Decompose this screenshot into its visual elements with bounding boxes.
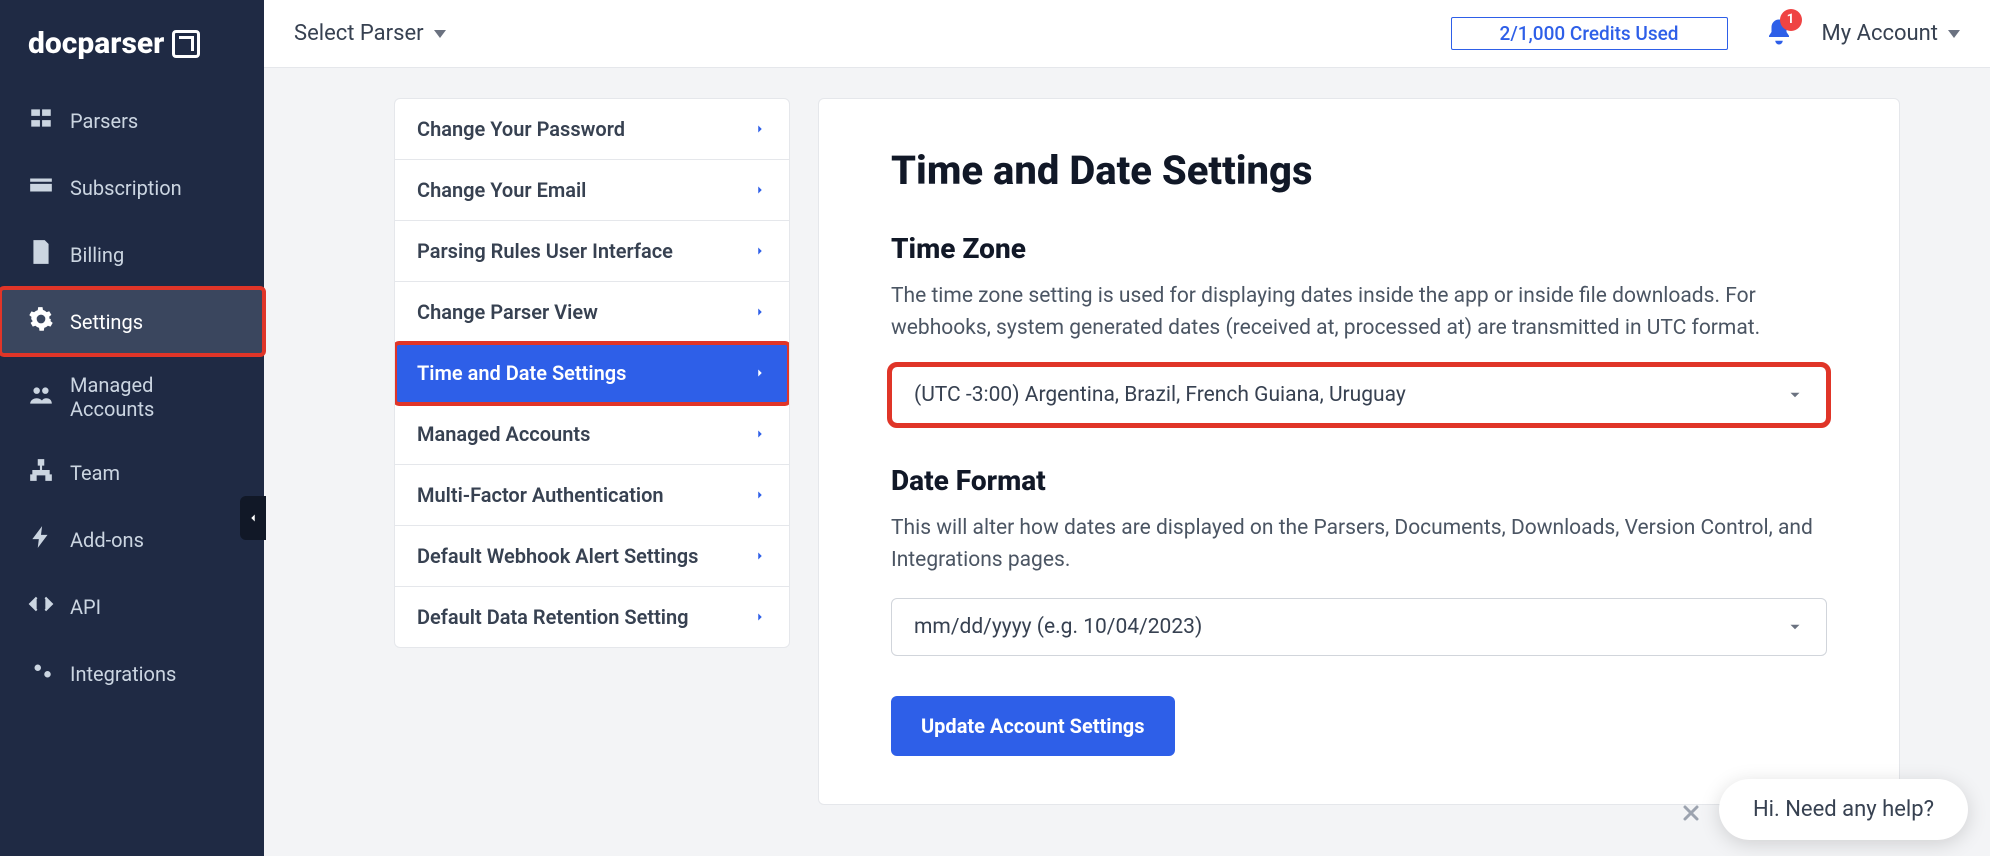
submenu-item-label: Multi-Factor Authentication bbox=[417, 483, 664, 507]
hierarchy-icon bbox=[28, 457, 54, 488]
chevron-down-icon bbox=[1786, 618, 1804, 636]
chevron-down-icon bbox=[1786, 386, 1804, 404]
close-icon bbox=[1679, 801, 1703, 825]
timezone-select[interactable]: (UTC -3:00) Argentina, Brazil, French Gu… bbox=[891, 366, 1827, 424]
caret-down-icon bbox=[434, 30, 446, 38]
sidebar-item-label: Subscription bbox=[70, 176, 182, 200]
sidebar-item-subscription[interactable]: Subscription bbox=[0, 154, 264, 221]
submenu-item-label: Change Your Password bbox=[417, 117, 625, 141]
submenu-item-label: Default Webhook Alert Settings bbox=[417, 544, 698, 568]
credits-used[interactable]: 2/1,000 Credits Used bbox=[1451, 17, 1728, 50]
settings-panel: Time and Date Settings Time Zone The tim… bbox=[818, 98, 1900, 805]
update-account-button[interactable]: Update Account Settings bbox=[891, 696, 1175, 756]
card-icon bbox=[28, 172, 54, 203]
content-area: Change Your Password Change Your Email Par… bbox=[264, 68, 1990, 856]
code-icon bbox=[28, 591, 54, 622]
submenu-item-default-webhook-alert-settings[interactable]: Default Webhook Alert Settings bbox=[395, 526, 789, 587]
sidebar-item-parsers[interactable]: Parsers bbox=[0, 87, 264, 154]
submenu-item-parsing-rules-user-interface[interactable]: Parsing Rules User Interface bbox=[395, 221, 789, 282]
sidebar-item-label: Settings bbox=[70, 310, 143, 334]
caret-down-icon bbox=[1948, 30, 1960, 38]
submenu-item-label: Change Parser View bbox=[417, 300, 598, 324]
chevron-right-icon bbox=[753, 366, 767, 380]
timezone-heading: Time Zone bbox=[891, 232, 1827, 265]
sidebar-item-team[interactable]: Team bbox=[0, 439, 264, 506]
settings-submenu: Change Your Password Change Your Email Par… bbox=[394, 98, 790, 648]
parsers-icon bbox=[28, 105, 54, 136]
sidebar-item-settings[interactable]: Settings bbox=[0, 288, 264, 355]
file-icon bbox=[28, 239, 54, 270]
submenu-item-label: Change Your Email bbox=[417, 178, 586, 202]
users-icon bbox=[28, 382, 54, 413]
sidebar-item-integrations[interactable]: Integrations bbox=[0, 640, 264, 707]
submenu-item-label: Managed Accounts bbox=[417, 422, 590, 446]
chevron-right-icon bbox=[753, 488, 767, 502]
sidebar-item-label: Parsers bbox=[70, 109, 138, 133]
submenu-item-label: Default Data Retention Setting bbox=[417, 605, 689, 629]
sidebar-item-managed-accounts[interactable]: Managed Accounts bbox=[0, 355, 264, 439]
select-parser-label: Select Parser bbox=[294, 21, 424, 46]
timezone-description: The time zone setting is used for displa… bbox=[891, 281, 1827, 344]
account-dropdown[interactable]: My Account bbox=[1822, 21, 1960, 46]
chevron-right-icon bbox=[753, 305, 767, 319]
submenu-item-label: Time and Date Settings bbox=[417, 361, 626, 385]
chevron-right-icon bbox=[753, 183, 767, 197]
chevron-right-icon bbox=[753, 610, 767, 624]
sidebar-item-api[interactable]: API bbox=[0, 573, 264, 640]
help-bubble[interactable]: Hi. Need any help? bbox=[1719, 779, 1968, 840]
sidebar-item-add-ons[interactable]: Add-ons bbox=[0, 506, 264, 573]
submenu-item-change-your-email[interactable]: Change Your Email bbox=[395, 160, 789, 221]
notification-badge: 1 bbox=[1780, 9, 1802, 31]
page-title: Time and Date Settings bbox=[891, 147, 1827, 194]
sidebar-item-label: Integrations bbox=[70, 662, 176, 686]
brand-logo[interactable]: docparser bbox=[0, 20, 264, 87]
chevron-right-icon bbox=[753, 122, 767, 136]
sidebar-collapse-toggle[interactable] bbox=[240, 496, 266, 540]
logo-icon bbox=[172, 30, 200, 58]
sidebar-item-label: Billing bbox=[70, 243, 124, 267]
chevron-right-icon bbox=[753, 244, 767, 258]
sidebar-item-billing[interactable]: Billing bbox=[0, 221, 264, 288]
sidebar-item-label: Managed Accounts bbox=[70, 373, 236, 421]
dateformat-select[interactable]: mm/dd/yyyy (e.g. 10/04/2023) bbox=[891, 598, 1827, 656]
submenu-item-default-data-retention-setting[interactable]: Default Data Retention Setting bbox=[395, 587, 789, 647]
account-label: My Account bbox=[1822, 21, 1938, 46]
notifications-button[interactable]: 1 bbox=[1764, 17, 1794, 51]
submenu-item-time-and-date-settings[interactable]: Time and Date Settings bbox=[395, 343, 789, 404]
chevron-right-icon bbox=[753, 549, 767, 563]
bolt-icon bbox=[28, 524, 54, 555]
help-close-button[interactable] bbox=[1679, 801, 1703, 825]
gears-icon bbox=[28, 658, 54, 689]
sidebar-item-label: Add-ons bbox=[70, 528, 144, 552]
submenu-item-label: Parsing Rules User Interface bbox=[417, 239, 673, 263]
sidebar: docparser Parsers Subscription Billing Sett… bbox=[0, 0, 264, 856]
submenu-item-multi-factor-authentication[interactable]: Multi-Factor Authentication bbox=[395, 465, 789, 526]
sidebar-item-label: API bbox=[70, 595, 101, 619]
chevron-left-icon bbox=[246, 511, 260, 525]
timezone-value: (UTC -3:00) Argentina, Brazil, French Gu… bbox=[914, 383, 1406, 407]
gear-icon bbox=[28, 306, 54, 337]
dateformat-value: mm/dd/yyyy (e.g. 10/04/2023) bbox=[914, 615, 1202, 639]
select-parser-dropdown[interactable]: Select Parser bbox=[294, 21, 446, 46]
dateformat-description: This will alter how dates are displayed … bbox=[891, 513, 1827, 576]
submenu-item-managed-accounts[interactable]: Managed Accounts bbox=[395, 404, 789, 465]
submenu-item-change-your-password[interactable]: Change Your Password bbox=[395, 99, 789, 160]
sidebar-item-label: Team bbox=[70, 461, 120, 485]
topbar: Select Parser 2/1,000 Credits Used 1 My … bbox=[264, 0, 1990, 68]
dateformat-heading: Date Format bbox=[891, 464, 1827, 497]
brand-name: docparser bbox=[28, 26, 164, 61]
help-text: Hi. Need any help? bbox=[1753, 797, 1934, 822]
sidebar-nav: Parsers Subscription Billing Settings Manage… bbox=[0, 87, 264, 707]
submenu-item-change-parser-view[interactable]: Change Parser View bbox=[395, 282, 789, 343]
chevron-right-icon bbox=[753, 427, 767, 441]
